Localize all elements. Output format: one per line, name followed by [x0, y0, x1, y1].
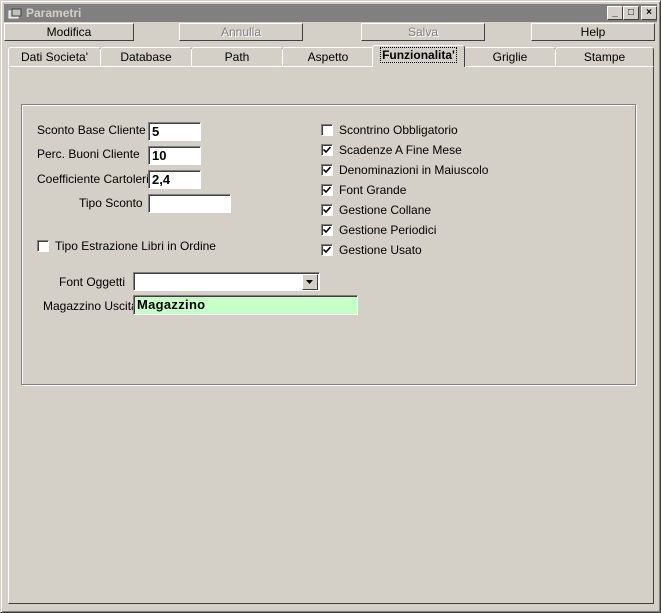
checkmark-icon	[323, 186, 331, 194]
maximize-button[interactable]: □	[623, 6, 639, 20]
tab-path[interactable]: Path	[191, 47, 283, 66]
option-label: Gestione Collane	[339, 203, 432, 217]
tab-griglie[interactable]: Griglie	[464, 47, 556, 66]
modifica-button[interactable]: Modifica	[4, 23, 134, 41]
tab-label: Database	[120, 50, 172, 64]
magazzino-uscita-input[interactable]: Magazzino	[133, 295, 358, 315]
tab-database[interactable]: Database	[100, 47, 192, 66]
tab-aspetto[interactable]: Aspetto	[282, 47, 374, 66]
tipo-sconto-label: Tipo Sconto	[79, 196, 143, 210]
checkmark-icon	[323, 226, 331, 234]
minimize-button[interactable]: _	[607, 6, 623, 20]
font-oggetti-combo[interactable]	[133, 272, 320, 291]
option-label: Font Grande	[339, 183, 407, 197]
close-icon: ×	[646, 7, 652, 18]
option-checkbox[interactable]	[321, 164, 333, 176]
option-checkbox[interactable]	[321, 124, 333, 136]
coeff-cartoleria-label: Coefficiente Cartoleria	[37, 172, 156, 186]
tab-strip: Dati Societa' Database Path Aspetto Funz…	[8, 45, 658, 67]
sconto-base-input[interactable]: 5	[148, 122, 201, 141]
toolbar: Modifica Annulla Salva Help	[4, 23, 657, 41]
salva-button[interactable]: Salva	[361, 23, 485, 41]
option-checkbox[interactable]	[321, 244, 333, 256]
title-bar[interactable]: Parametri _ □ ×	[4, 4, 657, 22]
option-label: Gestione Usato	[339, 243, 422, 257]
option-label: Denominazioni in Maiuscolo	[339, 163, 489, 177]
parametri-window: Parametri _ □ × Modifica Annulla Salva H…	[0, 0, 661, 613]
option-checkbox[interactable]	[321, 224, 333, 236]
tab-stampe[interactable]: Stampe	[555, 47, 654, 66]
tab-funzionalita[interactable]: Funzionalita'	[372, 45, 465, 67]
minimize-icon: _	[612, 7, 618, 18]
option-checkbox[interactable]	[321, 204, 333, 216]
coeff-cartoleria-input[interactable]: 2,4	[148, 170, 201, 189]
option-label: Scontrino Obbligatorio	[339, 123, 458, 137]
annulla-button[interactable]: Annulla	[179, 23, 303, 41]
font-oggetti-label: Font Oggetti	[59, 275, 126, 289]
app-icon	[8, 7, 22, 19]
perc-buoni-input[interactable]: 10	[148, 146, 201, 165]
help-button[interactable]: Help	[531, 23, 655, 41]
maximize-icon: □	[627, 7, 635, 18]
tipo-estrazione-label: Tipo Estrazione Libri in Ordine	[55, 239, 216, 253]
dropdown-button[interactable]	[302, 274, 318, 290]
checkmark-icon	[323, 206, 331, 214]
close-button[interactable]: ×	[641, 6, 657, 20]
sconto-base-label: Sconto Base Cliente	[37, 123, 146, 137]
tab-label: Path	[224, 50, 250, 64]
option-checkbox[interactable]	[321, 184, 333, 196]
tipo-sconto-input[interactable]	[148, 194, 231, 213]
magazzino-uscita-label: Magazzino Uscita	[43, 299, 138, 313]
tab-label: Dati Societa'	[21, 50, 88, 64]
option-label: Scadenze A Fine Mese	[339, 143, 462, 157]
option-checkbox[interactable]	[321, 144, 333, 156]
tipo-estrazione-checkbox[interactable]	[37, 240, 49, 252]
chevron-down-icon	[306, 280, 313, 284]
tab-label: Aspetto	[307, 50, 349, 64]
option-label: Gestione Periodici	[339, 223, 437, 237]
checkmark-icon	[323, 166, 331, 174]
perc-buoni-label: Perc. Buoni Cliente	[37, 147, 140, 161]
tab-label: Stampe	[583, 50, 626, 64]
tab-dati-societa[interactable]: Dati Societa'	[8, 47, 101, 66]
tab-label: Griglie	[492, 50, 528, 64]
checkmark-icon	[323, 246, 331, 254]
tab-label: Funzionalita'	[380, 47, 457, 63]
checkmark-icon	[323, 146, 331, 154]
window-title: Parametri	[26, 6, 82, 20]
